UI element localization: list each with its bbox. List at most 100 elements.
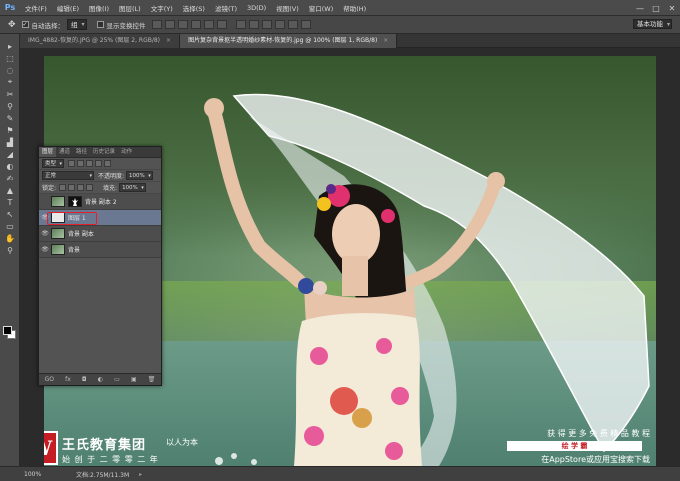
menu-select[interactable]: 选择(S) [178,3,210,13]
foreground-color-swatch[interactable] [3,326,12,335]
align-top-icon[interactable] [151,20,162,29]
filter-pixel-icon[interactable] [68,160,76,167]
gradient-tool-icon[interactable]: ✍ [0,172,20,184]
add-mask-icon[interactable]: ◘ [82,376,87,383]
tab-img-4882[interactable]: IMG_4882-恢复的.JPG @ 25% (图层 2, RGB/8) × [20,34,181,48]
lock-image-icon[interactable] [68,184,76,191]
brush-tool-icon[interactable]: ⚑ [0,124,20,136]
history-brush-tool-icon[interactable]: ◢ [0,148,20,160]
promo-app-name: 绘 学 霸 [507,441,642,451]
tab-wedding-veil[interactable]: 图片复杂背景抠半透明婚纱素材-恢复的.jpg @ 100% (图层 1, RGB… [180,34,398,48]
minimize-button[interactable]: — [632,0,648,16]
menu-file[interactable]: 文件(F) [20,3,52,13]
zoom-tool-icon[interactable]: ⚲ [0,244,20,256]
move-tool-icon[interactable]: ▸ [0,40,20,52]
blend-mode-dropdown[interactable]: 正常 [42,171,94,180]
eyedropper-tool-icon[interactable]: ⚲ [0,100,20,112]
layer-row[interactable]: 背景 副本 2 [39,194,161,210]
filter-type-icon[interactable] [86,160,94,167]
zoom-level[interactable]: 100% [24,471,46,478]
opacity-field[interactable]: 100% [126,171,153,180]
clone-stamp-tool-icon[interactable]: ▟ [0,136,20,148]
close-tab-icon[interactable]: × [166,37,171,44]
move-tool-icon[interactable]: ✥ [8,20,16,30]
show-transform-option[interactable]: 显示变换控件 [96,20,146,30]
menu-view[interactable]: 视图(V) [271,3,304,13]
layer-row[interactable]: 👁 背景 [39,242,161,258]
layer-style-icon[interactable]: fx [65,376,71,383]
layer-row[interactable]: 👁 背景 副本 [39,226,161,242]
menu-image[interactable]: 图像(I) [84,3,114,13]
distribute-middle-icon[interactable] [248,20,259,29]
menu-window[interactable]: 窗口(W) [304,3,339,13]
layers-panel-tabs: 图层 通道 路径 历史记录 动作 [39,147,161,158]
tab-channels[interactable]: 通道 [56,147,73,157]
layer-row-selected[interactable]: 👁 图层 1 [39,210,161,226]
filter-adjust-icon[interactable] [77,160,85,167]
distribute-top-icon[interactable] [235,20,246,29]
show-transform-checkbox[interactable] [96,21,104,28]
maximize-button[interactable]: □ [648,0,664,16]
tab-actions[interactable]: 动作 [118,147,135,157]
status-bar: 100% 文档:2.75M/11.3M ▸ [0,466,680,481]
visibility-eye-icon[interactable]: 👁 [39,246,51,253]
marquee-tool-icon[interactable]: ⬚ [0,52,20,64]
distribute-bottom-icon[interactable] [261,20,272,29]
quick-select-tool-icon[interactable]: ⌖ [0,76,20,88]
auto-select-checkbox[interactable]: ✓ [21,21,29,28]
healing-brush-tool-icon[interactable]: ✎ [0,112,20,124]
status-menu-arrow-icon[interactable]: ▸ [139,471,142,478]
type-tool-icon[interactable]: T [0,196,20,208]
align-left-icon[interactable] [190,20,201,29]
close-tab-icon[interactable]: × [383,37,388,44]
menu-filter[interactable]: 滤镜(T) [210,3,242,13]
workspace-switcher[interactable]: 基本功能 [630,19,672,29]
align-right-icon[interactable] [216,20,227,29]
menu-layer[interactable]: 图层(L) [114,3,146,13]
close-button[interactable]: ✕ [664,0,680,16]
distribute-right-icon[interactable] [300,20,311,29]
fill-field[interactable]: 100% [119,183,146,192]
menu-help[interactable]: 帮助(H) [338,3,371,13]
menu-3d[interactable]: 3D(D) [242,4,271,12]
auto-select-option[interactable]: ✓ 自动选择： 组 [21,19,87,30]
new-group-icon[interactable]: ▭ [114,376,120,383]
layer-thumbnail [51,244,65,255]
layer-mask-thumbnail[interactable] [68,196,82,207]
workspace-dropdown[interactable]: 基本功能 [633,19,672,29]
crop-tool-icon[interactable]: ✂ [0,88,20,100]
auto-select-dropdown[interactable]: 组 [67,19,87,30]
adjustment-layer-icon[interactable]: ◐ [98,376,103,383]
opacity-label: 不透明度: [98,173,125,180]
lock-transparent-icon[interactable] [59,184,67,191]
align-icons [151,20,230,29]
dodge-tool-icon[interactable]: ▲ [0,184,20,196]
link-layers-icon[interactable]: GO [45,376,54,383]
lock-all-icon[interactable] [86,184,94,191]
filter-smart-icon[interactable] [104,160,112,167]
layer-filter-dropdown[interactable]: 类型 [42,159,65,168]
visibility-eye-icon[interactable]: 👁 [39,230,51,237]
menu-edit[interactable]: 编辑(E) [52,3,84,13]
align-middle-icon[interactable] [164,20,175,29]
tab-history[interactable]: 历史记录 [90,147,118,157]
layer-filter-row: 类型 [39,158,161,170]
tab-paths[interactable]: 路径 [73,147,90,157]
align-bottom-icon[interactable] [177,20,188,29]
new-layer-icon[interactable]: ▣ [131,376,137,383]
lock-position-icon[interactable] [77,184,85,191]
align-center-icon[interactable] [203,20,214,29]
red-highlight-annotation [47,212,97,225]
lasso-tool-icon[interactable]: ◌ [0,64,20,76]
hand-tool-icon[interactable]: ✋ [0,232,20,244]
tab-layers[interactable]: 图层 [39,147,57,157]
rectangle-tool-icon[interactable]: ▭ [0,220,20,232]
menu-type[interactable]: 文字(Y) [146,3,178,13]
filter-shape-icon[interactable] [95,160,103,167]
path-selection-tool-icon[interactable]: ↖ [0,208,20,220]
distribute-left-icon[interactable] [274,20,285,29]
founded-text: 始 创 于 二 零 零 二 年 [62,455,159,464]
delete-layer-icon[interactable]: 🗑 [148,376,156,383]
eraser-tool-icon[interactable]: ◐ [0,160,20,172]
distribute-center-icon[interactable] [287,20,298,29]
